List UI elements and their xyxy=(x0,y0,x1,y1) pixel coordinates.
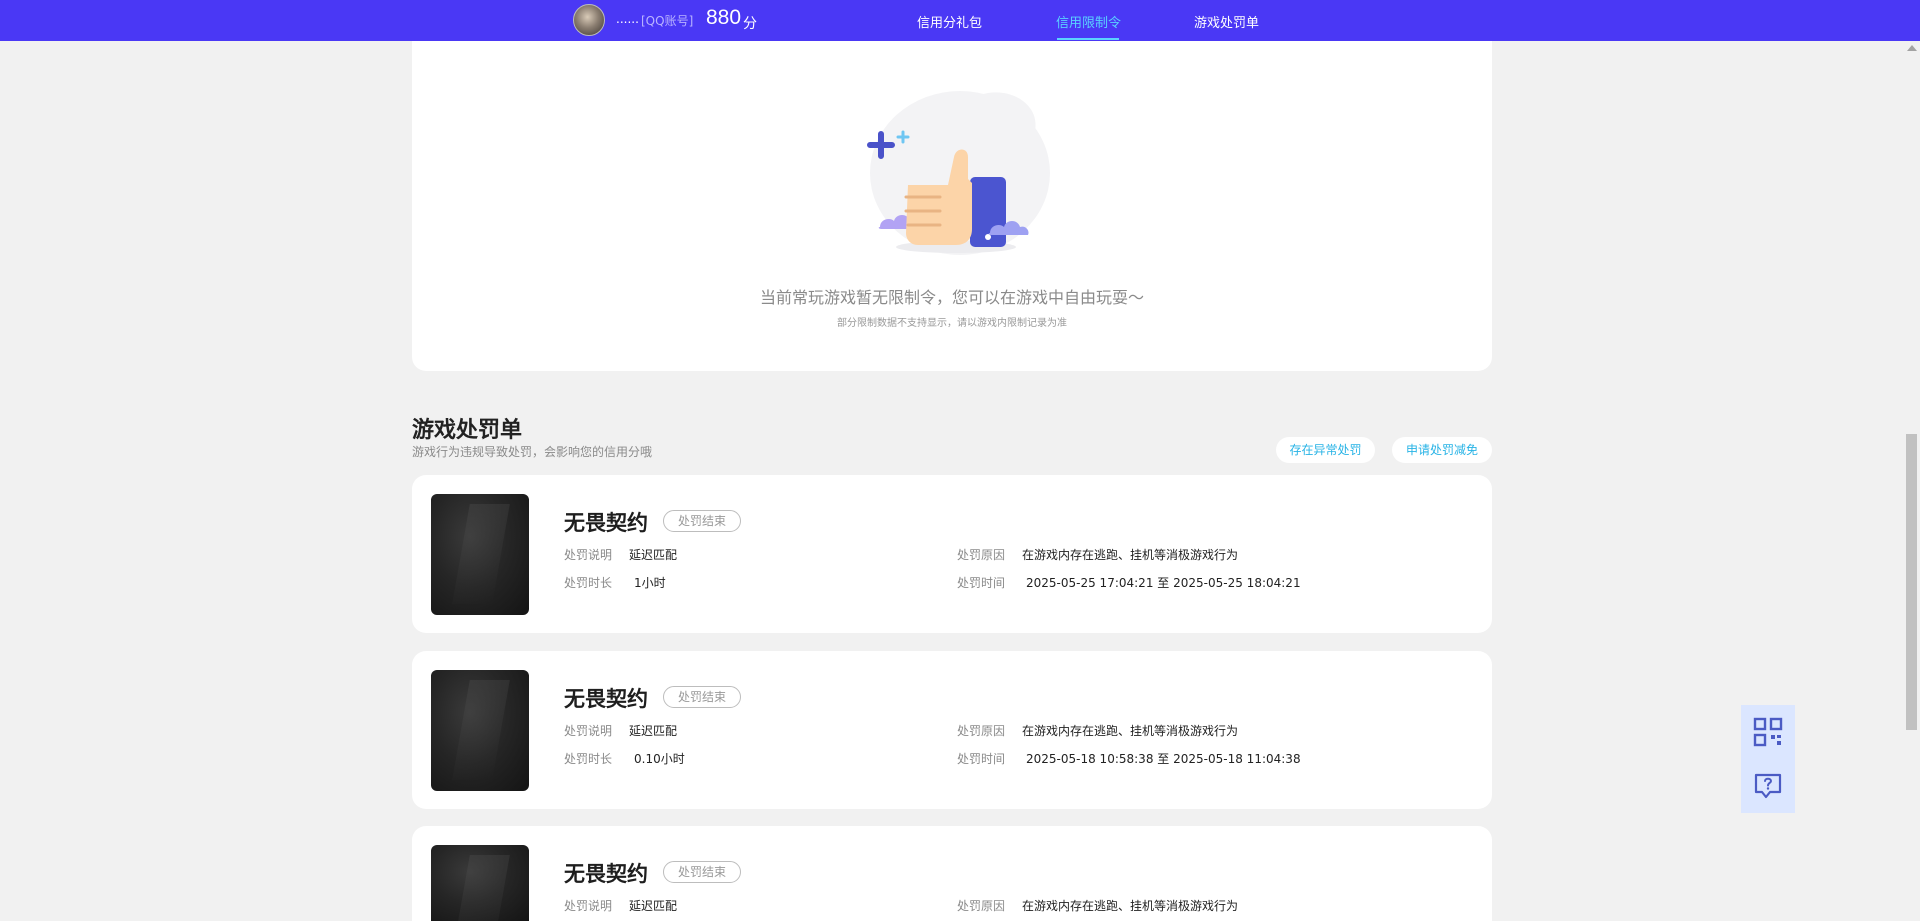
duration-label: 处罚时长 xyxy=(564,752,613,766)
section-description: 游戏行为违规导致处罚，会影响您的信用分哦 xyxy=(412,445,653,459)
scrollbar-thumb[interactable] xyxy=(1906,434,1917,730)
user-name: ...... xyxy=(616,12,639,26)
active-tab-underline xyxy=(1057,38,1119,40)
explain-value: 延迟匹配 xyxy=(629,548,678,562)
credit-score-unit: 分 xyxy=(743,16,757,32)
status-badge: 处罚结束 xyxy=(663,686,741,708)
top-nav-bar: ...... [QQ账号] 880 分 信用分礼包 信用限制令 游戏处罚单 xyxy=(0,0,1920,41)
duration-label: 处罚时长 xyxy=(564,576,613,590)
help-chat-icon xyxy=(1754,773,1782,799)
end-time: 2025-05-25 18:04:21 xyxy=(1173,576,1301,590)
duration-value: 1小时 xyxy=(634,576,666,590)
credit-score: 880 xyxy=(706,6,742,29)
explain-label: 处罚说明 xyxy=(564,548,613,562)
scroll-up-arrow-icon[interactable] xyxy=(1907,45,1917,51)
avatar[interactable] xyxy=(573,4,605,36)
thumbs-up-illustration xyxy=(867,91,1050,255)
reason-value: 在游戏内存在逃跑、挂机等消极游戏行为 xyxy=(1022,899,1239,913)
status-badge: 处罚结束 xyxy=(663,510,741,532)
end-time: 2025-05-18 11:04:38 xyxy=(1173,752,1301,766)
reason-value: 在游戏内存在逃跑、挂机等消极游戏行为 xyxy=(1022,548,1239,562)
penalty-card: 无畏契约 处罚结束 处罚说明 延迟匹配 处罚时长 1小时 处罚原因 在游戏内存在… xyxy=(412,475,1492,633)
game-cover-image xyxy=(431,494,529,615)
start-time: 2025-05-18 10:58:38 xyxy=(1026,752,1154,766)
game-name: 无畏契约 xyxy=(564,511,648,535)
status-badge: 处罚结束 xyxy=(663,861,741,883)
duration-value: 0.10小时 xyxy=(634,752,685,766)
restriction-card: 当前常玩游戏暂无限制令，您可以在游戏中自由玩耍～ 部分限制数据不支持显示，请以游… xyxy=(412,41,1492,371)
qr-code-icon xyxy=(1753,717,1783,747)
reason-label: 处罚原因 xyxy=(957,548,1006,562)
game-name: 无畏契约 xyxy=(564,687,648,711)
time-label: 处罚时间 xyxy=(957,752,1006,766)
help-button[interactable] xyxy=(1741,759,1795,813)
time-separator: 至 xyxy=(1157,576,1170,590)
game-cover-image xyxy=(431,670,529,791)
time-range: 2025-05-25 17:04:21 至 2025-05-25 18:04:2… xyxy=(1026,574,1301,591)
time-range: 2025-05-18 10:58:38 至 2025-05-18 11:04:3… xyxy=(1026,750,1301,767)
apply-penalty-reduction-button[interactable]: 申请处罚减免 xyxy=(1392,437,1492,463)
empty-restriction-note: 部分限制数据不支持显示，请以游戏内限制记录为准 xyxy=(837,318,1067,329)
reason-label: 处罚原因 xyxy=(957,724,1006,738)
game-name: 无畏契约 xyxy=(564,862,648,886)
penalty-card: 无畏契约 处罚结束 处罚说明 延迟匹配 处罚原因 在游戏内存在逃跑、挂机等消极游… xyxy=(412,826,1492,921)
start-time: 2025-05-25 17:04:21 xyxy=(1026,576,1154,590)
qr-code-button[interactable] xyxy=(1741,705,1795,759)
tab-credit-restriction[interactable]: 信用限制令 xyxy=(1056,12,1121,31)
section-title: 游戏处罚单 xyxy=(412,418,523,443)
explain-value: 延迟匹配 xyxy=(629,899,678,913)
explain-value: 延迟匹配 xyxy=(629,724,678,738)
time-separator: 至 xyxy=(1157,752,1170,766)
tab-credit-gift[interactable]: 信用分礼包 xyxy=(917,12,982,31)
game-cover-image xyxy=(431,845,529,921)
empty-restriction-message: 当前常玩游戏暂无限制令，您可以在游戏中自由玩耍～ xyxy=(759,288,1144,307)
penalty-card: 无畏契约 处罚结束 处罚说明 延迟匹配 处罚时长 0.10小时 处罚原因 在游戏… xyxy=(412,651,1492,809)
time-label: 处罚时间 xyxy=(957,576,1006,590)
tab-game-penalty[interactable]: 游戏处罚单 xyxy=(1194,12,1259,31)
account-type-label: [QQ账号] xyxy=(641,14,694,28)
report-abnormal-penalty-button[interactable]: 存在异常处罚 xyxy=(1276,437,1375,463)
explain-label: 处罚说明 xyxy=(564,724,613,738)
reason-value: 在游戏内存在逃跑、挂机等消极游戏行为 xyxy=(1022,724,1239,738)
reason-label: 处罚原因 xyxy=(957,899,1006,913)
explain-label: 处罚说明 xyxy=(564,899,613,913)
